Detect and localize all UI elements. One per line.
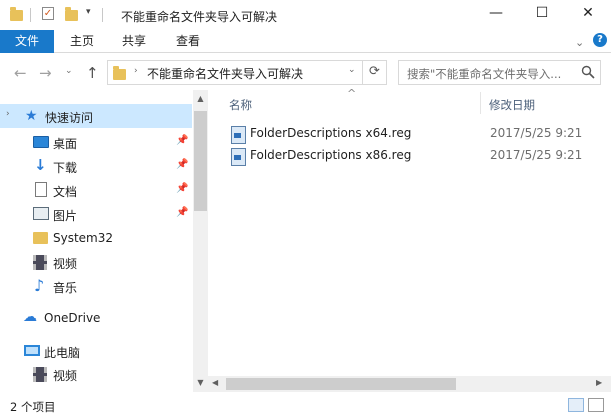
tab-view[interactable]: 查看	[170, 30, 206, 53]
video-icon	[33, 367, 47, 382]
nav-item-onedrive[interactable]: ☁ OneDrive	[0, 307, 190, 330]
star-icon: ★	[25, 108, 38, 124]
scroll-left-icon[interactable]: ◀	[212, 378, 218, 387]
search-input[interactable]: 搜索"不能重命名文件夹导入...	[407, 66, 577, 82]
minimize-button[interactable]: —	[473, 0, 519, 28]
scrollbar-thumb[interactable]	[226, 378, 456, 390]
back-icon[interactable]: ←	[14, 64, 27, 82]
address-dropdown-icon[interactable]: ⌄	[348, 65, 356, 75]
nav-item-label: 此电脑	[44, 346, 81, 360]
column-header-date[interactable]: 修改日期	[489, 97, 535, 113]
recent-locations-icon[interactable]: ⌄	[65, 66, 73, 76]
nav-item-videos[interactable]: 视频	[0, 251, 190, 274]
search-icon[interactable]	[581, 65, 595, 79]
nav-item-label: 视频	[53, 257, 78, 271]
download-icon: ↓	[34, 156, 47, 174]
tab-share[interactable]: 共享	[116, 30, 152, 53]
nav-item-label: 桌面	[53, 137, 78, 151]
column-divider[interactable]	[480, 92, 481, 114]
file-date: 2017/5/25 9:21	[490, 148, 583, 162]
customize-toolbar-icon[interactable]: ▾	[86, 7, 91, 17]
nav-item-pictures[interactable]: 图片 📌	[0, 203, 190, 226]
pictures-icon	[33, 207, 49, 220]
folder-icon	[33, 232, 48, 244]
breadcrumb-chevron-icon[interactable]: ›	[134, 66, 138, 76]
address-bar[interactable]: › 不能重命名文件夹导入可解决 ⌄	[107, 60, 363, 85]
toolbar-separator	[30, 8, 31, 22]
computer-icon	[24, 345, 40, 356]
scroll-down-icon[interactable]: ▼	[193, 378, 208, 387]
folder-icon	[113, 66, 126, 80]
nav-item-label: 音乐	[53, 281, 78, 295]
up-icon[interactable]: ↑	[86, 64, 99, 82]
nav-item-label: 图片	[53, 209, 78, 223]
forward-icon[interactable]: →	[39, 64, 52, 82]
content-scrollbar[interactable]: ◀ ▶	[208, 376, 611, 392]
toolbar-separator	[102, 8, 103, 22]
scroll-up-icon[interactable]: ▲	[193, 94, 208, 103]
item-count: 2 个项目	[10, 400, 56, 414]
nav-item-desktop[interactable]: 桌面 📌	[0, 131, 190, 154]
nav-item-pc-videos[interactable]: 视频	[0, 363, 190, 386]
status-bar: 2 个项目	[0, 396, 611, 417]
scroll-right-icon[interactable]: ▶	[596, 378, 602, 387]
pin-icon[interactable]: 📌	[176, 135, 188, 146]
address-path[interactable]: 不能重命名文件夹导入可解决	[147, 65, 303, 82]
nav-item-this-pc[interactable]: 此电脑	[0, 340, 190, 363]
tab-file[interactable]: 文件	[0, 30, 54, 53]
scrollbar-thumb[interactable]	[194, 111, 207, 211]
file-row[interactable]: FolderDescriptions x86.reg 2017/5/25 9:2…	[226, 145, 590, 167]
registry-file-icon	[231, 148, 246, 166]
nav-item-label: System32	[53, 231, 114, 245]
nav-item-music[interactable]: ♪ 音乐	[0, 275, 190, 298]
registry-file-icon	[231, 126, 246, 144]
music-icon: ♪	[34, 276, 45, 295]
properties-icon[interactable]: ✓	[42, 7, 54, 20]
window-title: 不能重命名文件夹导入可解决	[121, 10, 278, 24]
pin-icon[interactable]: 📌	[176, 207, 188, 218]
folder-icon	[10, 7, 23, 21]
sort-ascending-icon: ^	[347, 87, 357, 100]
help-icon[interactable]: ?	[593, 33, 607, 47]
nav-item-label: OneDrive	[44, 311, 101, 325]
search-box[interactable]: 搜索"不能重命名文件夹导入...	[398, 60, 601, 85]
nav-item-label: 视频	[53, 369, 78, 383]
new-folder-icon[interactable]	[65, 7, 78, 21]
cloud-icon: ☁	[23, 309, 37, 325]
file-date: 2017/5/25 9:21	[490, 126, 583, 140]
file-name: FolderDescriptions x86.reg	[250, 148, 412, 162]
column-header-name[interactable]: 名称	[229, 97, 252, 113]
nav-item-label: 下载	[53, 161, 78, 175]
refresh-button[interactable]: ⟳	[363, 60, 387, 85]
file-name: FolderDescriptions x64.reg	[250, 126, 412, 140]
nav-item-label: 文档	[53, 185, 78, 199]
pin-icon[interactable]: 📌	[176, 183, 188, 194]
pin-icon[interactable]: 📌	[176, 159, 188, 170]
nav-scrollbar[interactable]: ▲ ▼	[193, 90, 208, 392]
video-icon	[33, 255, 47, 270]
close-button[interactable]: ✕	[565, 0, 611, 28]
tab-home[interactable]: 主页	[64, 30, 100, 53]
file-row[interactable]: FolderDescriptions x64.reg 2017/5/25 9:2…	[226, 123, 590, 145]
details-view-icon[interactable]	[568, 398, 584, 412]
maximize-button[interactable]: ☐	[519, 0, 565, 28]
document-icon	[35, 182, 47, 197]
nav-item-system32[interactable]: System32	[0, 227, 190, 250]
expand-ribbon-icon[interactable]: ⌄	[575, 36, 584, 49]
large-icons-view-icon[interactable]	[588, 398, 604, 412]
nav-item-documents[interactable]: 文档 📌	[0, 179, 190, 202]
nav-quick-access[interactable]: 快速访问	[45, 109, 93, 126]
nav-item-downloads[interactable]: ↓ 下载 📌	[0, 155, 190, 178]
desktop-icon	[33, 136, 49, 148]
expand-arrow-icon[interactable]: ›	[6, 109, 10, 119]
